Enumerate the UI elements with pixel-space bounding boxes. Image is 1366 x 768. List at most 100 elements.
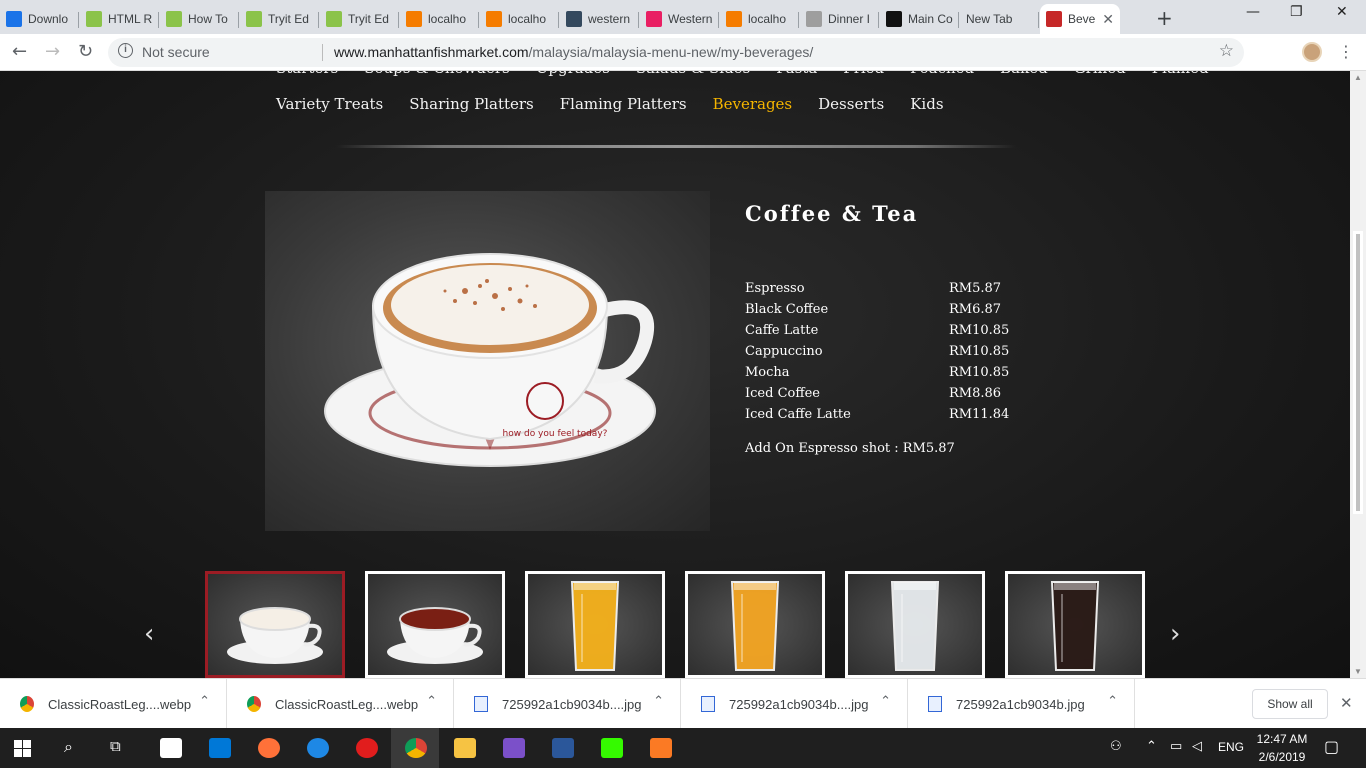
browser-tab[interactable]: Main Co <box>880 4 959 34</box>
browser-tab[interactable]: localho <box>400 4 479 34</box>
opera-icon[interactable] <box>356 738 378 758</box>
category-link[interactable]: Sharing Platters <box>409 95 534 113</box>
cappuccino-illustration: how do you feel today? <box>324 253 656 467</box>
scroll-up-icon[interactable]: ▲ <box>1354 73 1362 82</box>
thumbnail-cola-float[interactable] <box>1005 571 1145 678</box>
search-icon[interactable]: ⌕ <box>64 737 73 757</box>
browser-tab[interactable]: New Tab <box>960 4 1039 34</box>
windows-start-icon[interactable] <box>14 740 31 757</box>
chalk-divider <box>336 145 1016 148</box>
volume-icon[interactable]: ◁ <box>1192 739 1202 754</box>
category-link[interactable]: Grilled <box>1074 71 1126 77</box>
download-item[interactable]: 725992a1cb9034b.jpg ⌃ <box>908 679 1135 729</box>
close-window-button[interactable]: ✕ <box>1336 4 1348 20</box>
category-link[interactable]: Soups & Chowders <box>364 71 510 77</box>
security-label[interactable]: Not secure <box>142 44 210 60</box>
chevron-up-icon[interactable]: ⌃ <box>199 694 210 709</box>
visual-studio-icon[interactable] <box>503 738 525 758</box>
category-link[interactable]: Desserts <box>818 95 884 113</box>
people-icon[interactable]: ⚇ <box>1110 739 1122 754</box>
url-text[interactable]: www.manhattanfishmarket.com/malaysia/mal… <box>334 44 813 60</box>
dreamweaver-icon[interactable] <box>601 738 623 758</box>
category-link[interactable]: Upgrades <box>536 71 610 77</box>
category-link[interactable]: Variety Treats <box>276 95 383 113</box>
carousel-next-arrow[interactable]: › <box>1170 619 1180 649</box>
task-view-icon[interactable]: ⧉ <box>110 737 121 755</box>
thumbnail-orange-juice[interactable] <box>525 571 665 678</box>
browser-tab[interactable]: Dinner I <box>800 4 879 34</box>
xampp-icon[interactable] <box>650 738 672 758</box>
category-link[interactable]: Salads & Sides <box>636 71 750 77</box>
tab-label: localho <box>748 12 787 26</box>
battery-icon[interactable]: ▭ <box>1170 739 1182 754</box>
download-item[interactable]: ClassicRoastLeg....webp ⌃ <box>0 679 227 729</box>
tab-label: Dinner I <box>828 12 871 26</box>
google-play-icon <box>646 11 662 27</box>
page-icon <box>806 11 822 27</box>
browser-tab[interactable]: western <box>560 4 639 34</box>
category-link[interactable]: Pasta <box>776 71 817 77</box>
browser-tab[interactable]: Tryit Ed <box>320 4 399 34</box>
close-tab-icon[interactable]: ✕ <box>1096 11 1114 28</box>
address-bar[interactable]: i Not secure www.manhattanfishmarket.com… <box>108 38 1244 67</box>
language-indicator[interactable]: ENG <box>1218 740 1244 754</box>
category-link[interactable]: Flamed <box>1152 71 1209 77</box>
maximize-button[interactable]: ❐ <box>1290 4 1303 20</box>
thumbnail-milk[interactable] <box>845 571 985 678</box>
thumbnail-tea[interactable] <box>365 571 505 678</box>
browser-tab[interactable]: How To <box>160 4 239 34</box>
chevron-up-icon[interactable]: ⌃ <box>1107 694 1118 709</box>
notification-icon[interactable]: ▢ <box>1324 737 1339 756</box>
category-link[interactable]: Starters <box>276 71 338 77</box>
thumbnail-orange-juice-2[interactable] <box>685 571 825 678</box>
vertical-scrollbar[interactable]: ▲ ▼ <box>1350 71 1366 678</box>
download-item[interactable]: 725992a1cb9034b....jpg ⌃ <box>681 679 908 729</box>
category-link[interactable]: Flaming Platters <box>560 95 687 113</box>
category-link[interactable]: Baked <box>1000 71 1048 77</box>
category-link[interactable]: Beverages <box>713 95 793 113</box>
chevron-up-icon[interactable]: ⌃ <box>653 694 664 709</box>
show-all-button[interactable]: Show all <box>1252 689 1328 719</box>
forward-icon[interactable]: → <box>45 41 60 62</box>
store-icon[interactable] <box>209 738 231 758</box>
mail-icon[interactable] <box>160 738 182 758</box>
browser-tab[interactable]: Western <box>640 4 719 34</box>
category-link[interactable]: Kids <box>910 95 943 113</box>
browser-tab[interactable]: localho <box>480 4 559 34</box>
browser-tab[interactable]: Tryit Ed <box>240 4 319 34</box>
category-link[interactable]: Fried <box>843 71 884 77</box>
browser-tab[interactable]: Beve ✕ <box>1040 4 1120 34</box>
scrollbar-thumb[interactable] <box>1353 231 1363 514</box>
close-icon[interactable]: ✕ <box>1340 694 1353 712</box>
chevron-up-icon[interactable]: ⌃ <box>1146 739 1157 754</box>
carousel-prev-arrow[interactable]: ‹ <box>144 619 154 649</box>
edge-icon[interactable] <box>307 738 329 758</box>
clock[interactable]: 12:47 AM 2/6/2019 <box>1254 730 1310 766</box>
category-nav-row-1: Starters Soups & Chowders Upgrades Salads &… <box>276 71 1209 77</box>
chevron-up-icon[interactable]: ⌃ <box>880 694 891 709</box>
minimize-button[interactable]: — <box>1246 4 1260 20</box>
bookmark-star-icon[interactable]: ☆ <box>1219 41 1234 61</box>
explorer-icon[interactable] <box>454 738 476 758</box>
browser-tab[interactable]: localho <box>720 4 799 34</box>
browser-tab[interactable]: Downlo <box>0 4 79 34</box>
new-tab-button[interactable]: + <box>1156 6 1173 30</box>
scroll-down-icon[interactable]: ▼ <box>1354 667 1362 676</box>
category-link[interactable]: Poached <box>910 71 974 77</box>
tab-label: New Tab <box>966 12 1013 26</box>
chrome-icon[interactable] <box>405 738 427 758</box>
menu-item: Espresso RM5.87 <box>745 278 1045 299</box>
browser-tab[interactable]: HTML R <box>80 4 159 34</box>
chevron-up-icon[interactable]: ⌃ <box>426 694 437 709</box>
reload-icon[interactable]: ↻ <box>78 41 93 62</box>
firefox-icon[interactable] <box>258 738 280 758</box>
info-icon[interactable]: i <box>118 43 133 58</box>
download-item[interactable]: ClassicRoastLeg....webp ⌃ <box>227 679 454 729</box>
thumbnail-cappuccino[interactable] <box>205 571 345 678</box>
back-icon[interactable]: ← <box>12 41 27 62</box>
more-menu-icon[interactable]: ⋮ <box>1338 42 1354 61</box>
word-icon[interactable] <box>552 738 574 758</box>
profile-avatar[interactable] <box>1302 42 1322 62</box>
download-item[interactable]: 725992a1cb9034b....jpg ⌃ <box>454 679 681 729</box>
xampp-icon <box>406 11 422 27</box>
